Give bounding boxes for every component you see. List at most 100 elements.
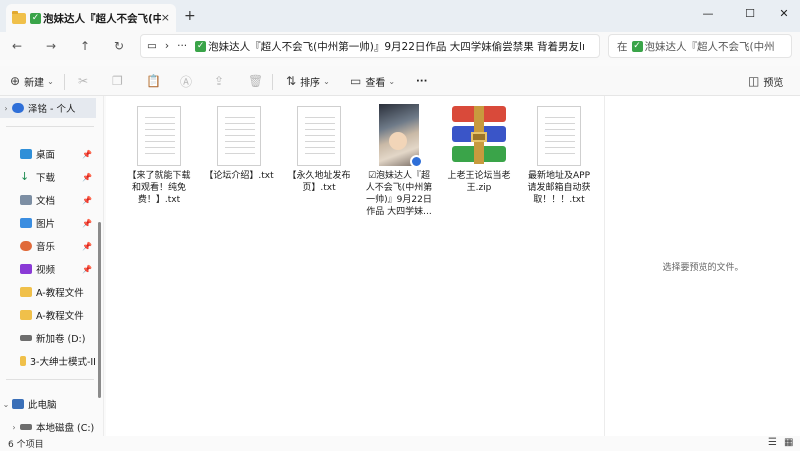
preview-button[interactable]: ◫ 预览 — [748, 73, 783, 89]
maximize-button[interactable]: ☐ — [738, 4, 762, 24]
new-button[interactable]: ⊕ 新建 ⌄ — [10, 73, 54, 89]
text-file-icon — [137, 106, 181, 166]
sidebar-item-documents[interactable]: 文档 📌 — [20, 190, 96, 210]
details-view-icon[interactable]: ☰ — [768, 437, 777, 448]
more-options-button[interactable]: ··· — [416, 73, 427, 89]
close-window-button[interactable]: ✕ — [772, 4, 796, 24]
monitor-icon: ▭ — [147, 40, 157, 52]
checkmark-icon: ✓ — [631, 40, 643, 52]
sidebar-item-music[interactable]: 音乐 📌 — [20, 236, 96, 256]
view-icon: ▭ — [350, 74, 362, 88]
sidebar-divider — [6, 379, 94, 380]
rename-button[interactable]: Ⓐ — [180, 73, 196, 89]
music-icon — [20, 241, 32, 251]
paste-button[interactable]: 📋 — [146, 73, 165, 89]
sidebar-item-folder[interactable]: A-教程文件 — [20, 282, 96, 302]
share-button[interactable]: ⇪ — [214, 73, 228, 89]
desktop-icon — [20, 149, 32, 159]
chevron-right-icon[interactable]: › — [8, 423, 20, 432]
new-tab-button[interactable]: + — [184, 8, 196, 24]
drive-icon — [20, 424, 32, 430]
navigation-bar: ← → ↑ ↻ ▭ › ··· ✓ 泡妹达人『超人不会飞(中州第一帅)』9月22… — [0, 32, 800, 60]
sort-button[interactable]: ⇅ 排序 ⌄ — [286, 73, 330, 89]
preview-label: 预览 — [763, 77, 784, 89]
rename-icon: Ⓐ — [180, 74, 193, 89]
view-label: 查看 — [365, 77, 386, 89]
folder-icon — [20, 287, 32, 297]
address-bar[interactable]: ▭ › ··· ✓ 泡妹达人『超人不会飞(中州第一帅)』9月22日作品 大四学妹… — [140, 34, 600, 58]
folder-icon — [20, 356, 26, 366]
sidebar-item-pictures[interactable]: 图片 📌 — [20, 213, 96, 233]
tab-close-button[interactable]: × — [161, 11, 170, 24]
chevron-down-icon[interactable]: ⌄ — [0, 400, 12, 409]
file-list: 【来了就能下载和观看！纯免费！】.txt 【论坛介绍】.txt 【永久地址发布页… — [106, 96, 604, 436]
command-bar: ⊕ 新建 ⌄ ✂ ❐ 📋 Ⓐ ⇪ 🗑 ⇅ 排序 ⌄ ▭ 查看 ⌄ ··· ◫ 预… — [0, 66, 800, 96]
folder-icon — [20, 310, 32, 320]
pin-icon: 📌 — [82, 195, 92, 205]
copy-icon: ❐ — [112, 74, 123, 88]
breadcrumb-path[interactable]: 泡妹达人『超人不会飞(中州第一帅)』9月22日作品 大四学妹偷尝禁果 背着男友l… — [208, 39, 585, 54]
download-icon: ↓ — [20, 170, 30, 183]
view-button[interactable]: ▭ 查看 ⌄ — [350, 73, 395, 89]
file-item[interactable]: 【论坛介绍】.txt — [204, 106, 274, 182]
pin-icon: 📌 — [82, 264, 92, 274]
overflow-breadcrumb-icon[interactable]: ··· — [177, 40, 187, 52]
cut-button[interactable]: ✂ — [78, 73, 92, 89]
clipboard-icon: 📋 — [146, 74, 161, 88]
sidebar-item-drive-d[interactable]: 新加卷 (D:) — [20, 328, 96, 348]
sidebar-item-drive-c[interactable]: › 本地磁盘 (C:) — [8, 417, 96, 436]
chevron-right-icon[interactable]: › — [0, 104, 12, 113]
text-file-icon — [217, 106, 261, 166]
folder-icon — [12, 10, 26, 24]
minimize-button[interactable]: — — [696, 4, 720, 24]
sidebar-item-this-pc[interactable]: ⌄ 此电脑 — [0, 394, 96, 414]
search-input[interactable]: 在 ✓ 泡妹达人『超人不会飞(中州 — [608, 34, 792, 58]
sidebar-item-videos[interactable]: 视频 📌 — [20, 259, 96, 279]
file-item[interactable]: 最新地址及APP请发邮箱自动获取！！！.txt — [524, 106, 594, 206]
file-name: 【论坛介绍】.txt — [204, 171, 274, 181]
file-name: 最新地址及APP请发邮箱自动获取！！！.txt — [527, 171, 591, 205]
chevron-down-icon: ⌄ — [388, 76, 396, 86]
tab-active[interactable]: ✓ 泡妹达人『超人不会飞(中州 × — [6, 4, 176, 32]
sidebar-item-folder[interactable]: 3-大绅士模式-II — [20, 351, 96, 371]
delete-button[interactable]: 🗑 — [248, 73, 267, 89]
sidebar-item-onedrive[interactable]: › 泽铭 - 个人 — [0, 98, 96, 118]
title-bar: ✓ 泡妹达人『超人不会飞(中州 × + — ☐ ✕ — [0, 0, 800, 32]
sidebar-scrollbar[interactable] — [98, 222, 101, 398]
toolbar-divider — [64, 74, 65, 90]
file-item[interactable]: 【来了就能下载和观看！纯免费！】.txt — [124, 106, 194, 206]
drive-icon — [20, 335, 32, 341]
sidebar-item-downloads[interactable]: ↓ 下载 📌 — [20, 167, 96, 187]
up-arrow-icon[interactable]: ↑ — [76, 37, 94, 55]
chevron-down-icon: ⌄ — [323, 76, 330, 86]
video-thumbnail — [379, 104, 423, 168]
back-arrow-icon[interactable]: ← — [8, 37, 26, 55]
pin-icon: 📌 — [82, 149, 92, 159]
copy-button[interactable]: ❐ — [112, 73, 127, 89]
new-button-label: 新建 — [24, 77, 45, 89]
sync-status-icon — [410, 155, 423, 168]
archive-icon — [448, 106, 510, 164]
sidebar-divider — [6, 126, 94, 127]
tab-title: 泡妹达人『超人不会飞(中州 — [43, 12, 161, 25]
search-placeholder: 泡妹达人『超人不会飞(中州 — [644, 40, 775, 53]
cloud-icon — [12, 103, 24, 113]
chevron-right-icon[interactable]: › — [165, 40, 169, 52]
status-bar: 6 个项目 ☰ ▦ — [0, 436, 800, 451]
file-item[interactable]: 上老王论坛当老王.zip — [444, 106, 514, 194]
file-item[interactable]: 【永久地址发布页】.txt — [284, 106, 354, 194]
refresh-icon[interactable]: ↻ — [110, 37, 128, 55]
computer-icon — [12, 399, 24, 409]
file-item[interactable]: ☑泡妹达人『超人不会飞(中州第一帅)』9月22日作品 大四学妹... — [364, 104, 434, 218]
sidebar-item-desktop[interactable]: 桌面 📌 — [20, 144, 96, 164]
tiles-view-icon[interactable]: ▦ — [784, 437, 793, 448]
preview-pane-icon: ◫ — [748, 74, 760, 88]
sort-label: 排序 — [300, 77, 321, 89]
sort-icon: ⇅ — [286, 74, 297, 88]
sidebar-item-folder[interactable]: A-教程文件 — [20, 305, 96, 325]
plus-circle-icon: ⊕ — [10, 74, 21, 88]
search-prefix: 在 — [617, 40, 628, 53]
scissors-icon: ✂ — [78, 74, 89, 88]
share-icon: ⇪ — [214, 74, 225, 88]
forward-arrow-icon[interactable]: → — [42, 37, 60, 55]
